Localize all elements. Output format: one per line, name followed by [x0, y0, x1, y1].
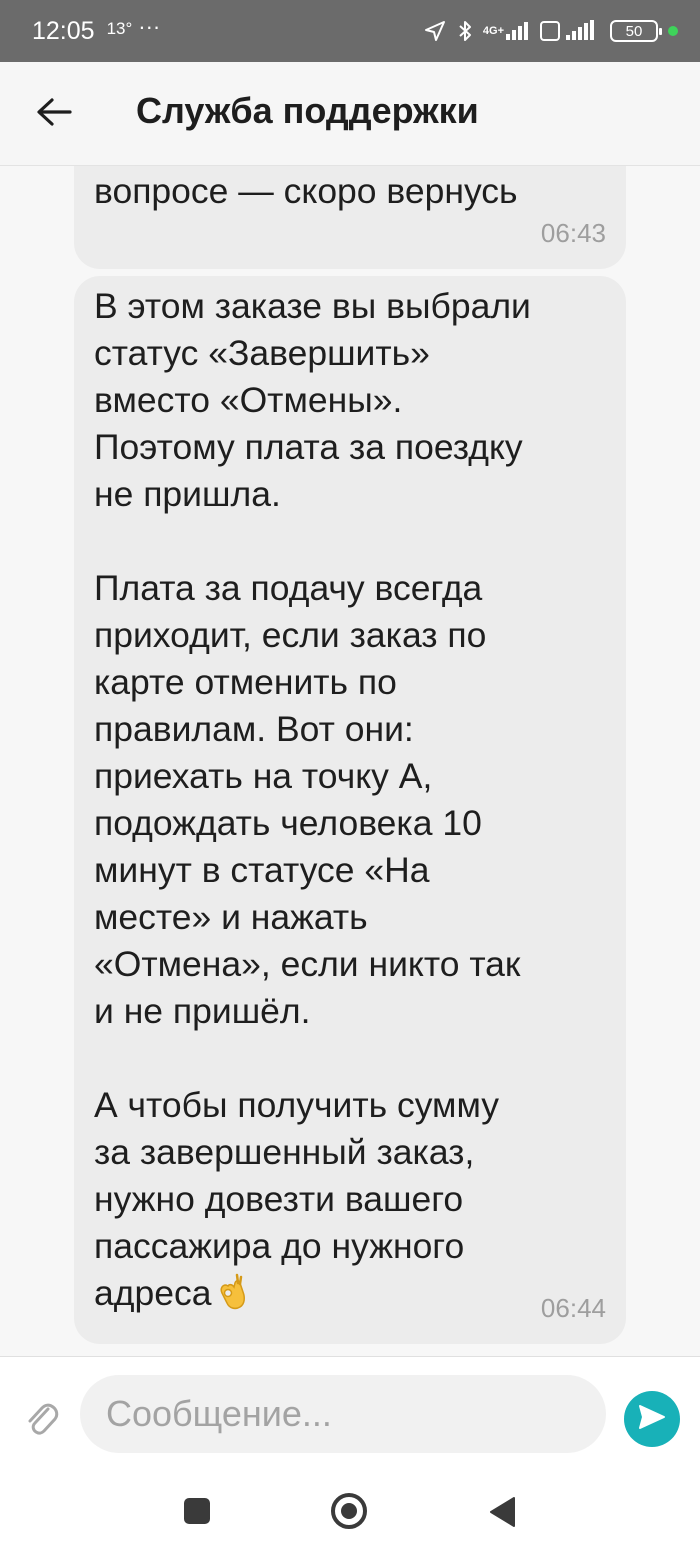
chat-messages[interactable]: вопросе — скоро вернусь 06:43 В этом зак… — [0, 166, 700, 1356]
home-button[interactable] — [331, 1493, 367, 1529]
paperclip-icon — [24, 1403, 60, 1443]
location-arrow-icon — [423, 19, 447, 43]
bluetooth-icon — [457, 19, 473, 43]
system-navigation-bar — [0, 1466, 700, 1556]
send-button[interactable] — [624, 1391, 680, 1447]
send-icon — [637, 1403, 667, 1436]
message-bubble: В этом заказе вы выбрали статус «Заверши… — [74, 276, 626, 1344]
message-input[interactable] — [80, 1375, 606, 1453]
arrow-left-icon — [36, 97, 72, 132]
volte-signal-icon — [540, 19, 600, 43]
page-title: Служба поддержки — [136, 90, 479, 131]
ok-hand-icon — [217, 1271, 247, 1311]
message-composer — [0, 1356, 700, 1466]
message-time: 06:43 — [540, 218, 606, 248]
status-time: 12:05 — [32, 16, 95, 45]
home-dot-icon — [341, 1503, 357, 1519]
battery-level: 50 — [625, 22, 643, 40]
network-type-label: 4G+ — [482, 24, 504, 37]
back-button[interactable] — [34, 94, 74, 134]
recent-apps-button[interactable] — [184, 1498, 210, 1524]
message-text: вопросе — скоро вернусь — [94, 171, 518, 211]
system-back-button[interactable] — [488, 1496, 516, 1528]
app-bar: Служба поддержки — [0, 62, 700, 166]
signal-4g-icon: 4G+ — [483, 20, 530, 42]
message-time: 06:44 — [540, 1293, 606, 1323]
message-text-block: В этом заказе вы выбрали статус «Заверши… — [94, 283, 614, 1317]
battery-icon: 50 — [610, 20, 662, 42]
status-more-dots: ··· — [138, 14, 161, 39]
status-bar: 12:05 13° ··· 4G+ 50 — [0, 0, 700, 62]
message-bubble: вопросе — скоро вернусь 06:43 — [74, 166, 626, 269]
attach-button[interactable] — [24, 1399, 60, 1439]
message-text: В этом заказе вы выбрали статус «Заверши… — [94, 286, 531, 1313]
privacy-indicator-dot — [668, 26, 678, 36]
status-temperature: 13° — [106, 19, 133, 38]
status-icons: 4G+ 50 — [423, 19, 678, 43]
